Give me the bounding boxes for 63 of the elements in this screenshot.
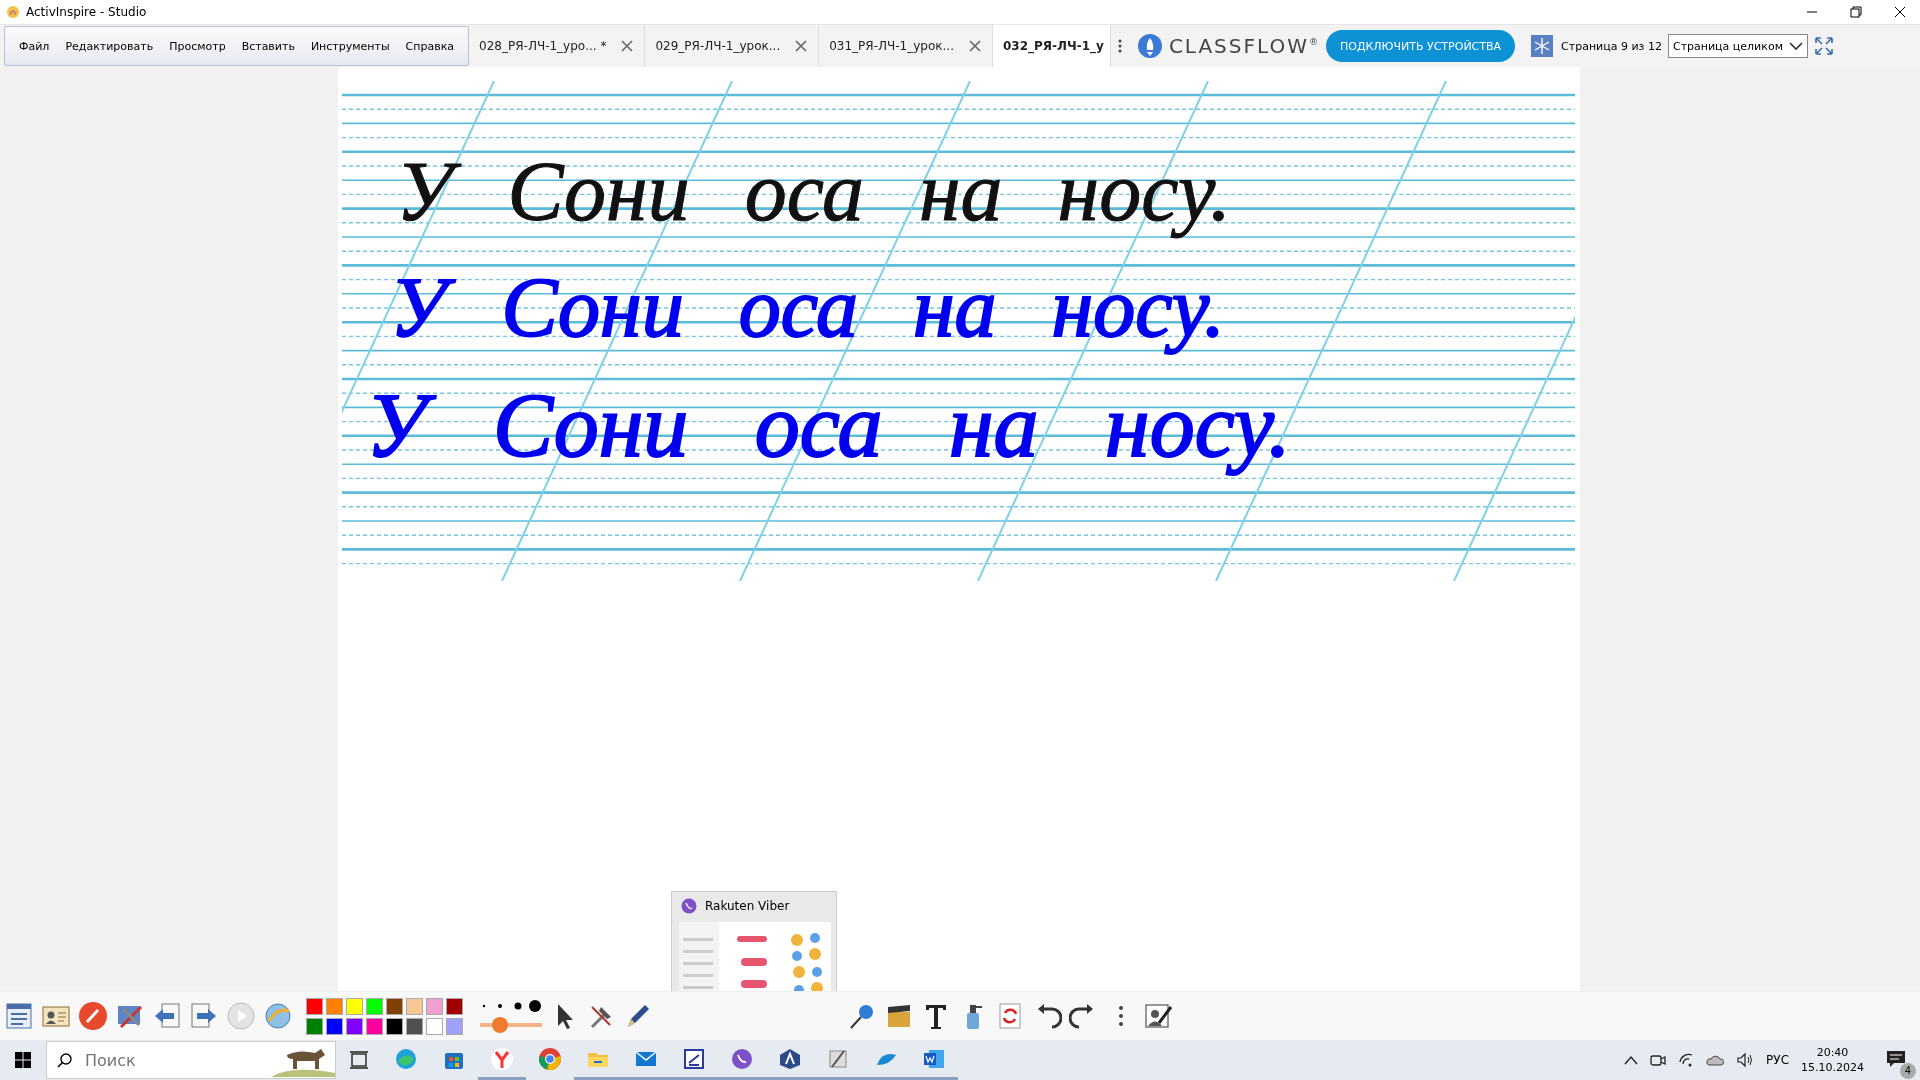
search-icon (57, 1052, 73, 1068)
task-view-icon[interactable] (350, 1051, 368, 1069)
chat-bubble-icon (730, 1046, 754, 1071)
menu-window-icon[interactable] (4, 1001, 34, 1031)
color-swatch[interactable] (306, 1017, 323, 1035)
slider-thumb[interactable] (491, 1017, 508, 1033)
camera-icon[interactable] (1650, 1052, 1667, 1068)
menu-item[interactable]: Справка (397, 39, 463, 53)
globe-icon[interactable] (263, 1001, 293, 1031)
snowflake-icon[interactable] (1531, 35, 1554, 57)
color-swatch[interactable] (386, 997, 403, 1015)
chevron-up-icon[interactable] (1624, 1055, 1639, 1065)
color-swatch[interactable] (366, 1017, 383, 1035)
notification-count-badge: 4 (1900, 1062, 1916, 1079)
color-swatch[interactable] (326, 997, 343, 1015)
notification-icon[interactable] (1886, 1049, 1906, 1068)
app-logo-icon (6, 5, 20, 19)
color-swatch[interactable] (426, 997, 443, 1015)
rocket-icon[interactable] (1136, 33, 1163, 59)
color-swatch[interactable] (346, 997, 363, 1015)
preview-title: Rakuten Viber (705, 899, 790, 913)
color-swatch[interactable] (366, 997, 383, 1015)
pen-size-dots-icon[interactable] (480, 999, 542, 1013)
clock-date[interactable]: 15.10.2024 (1801, 1061, 1864, 1074)
menu-item[interactable]: Редактировать (57, 39, 162, 53)
menu-item[interactable]: Инструменты (302, 39, 398, 53)
browser-icon (394, 1046, 418, 1071)
caret-icon (1788, 41, 1803, 51)
classflow-logo: CLASSFLOW$^{®}$ (1168, 34, 1318, 58)
color-swatch[interactable] (446, 997, 463, 1015)
fullscreen-icon[interactable] (1813, 36, 1834, 56)
windows-start-icon[interactable] (15, 1052, 31, 1068)
menu-item[interactable]: Просмотр (161, 39, 234, 53)
chat-bubble-icon (681, 898, 697, 914)
scanner-icon (682, 1046, 706, 1071)
search-field[interactable]: Поиск (46, 1041, 336, 1079)
color-swatch[interactable] (326, 1017, 343, 1035)
color-swatch[interactable] (406, 997, 423, 1015)
menu-item[interactable]: Файл (11, 39, 58, 53)
document-tab[interactable]: 032_РЯ-ЛЧ-1_у (993, 25, 1111, 67)
menu-item[interactable]: Вставить (233, 39, 303, 53)
browser-icon (490, 1046, 514, 1071)
pen-circle-icon[interactable] (78, 1001, 108, 1031)
clock-time[interactable]: 20:40 (1816, 1046, 1849, 1059)
wifi-icon[interactable] (1678, 1052, 1695, 1068)
window-title: ActivInspire - Studio (26, 5, 147, 19)
more-icon[interactable] (1116, 38, 1123, 54)
browser-icon (538, 1046, 562, 1071)
zoom-dropdown[interactable]: Страница целиком (1667, 34, 1808, 58)
color-swatch[interactable] (386, 1017, 403, 1035)
color-swatch[interactable] (406, 1017, 423, 1035)
restore-icon[interactable] (1850, 6, 1862, 18)
language-indicator[interactable]: РУС (1766, 1053, 1789, 1067)
color-swatch[interactable] (446, 1017, 463, 1035)
user-pen-icon[interactable] (1143, 1001, 1173, 1031)
search-input[interactable]: Поиск (83, 1049, 237, 1071)
close-icon[interactable] (1894, 6, 1906, 18)
color-swatch[interactable] (346, 1017, 363, 1035)
page-indicator: Страница 9 из 12 (1561, 39, 1662, 53)
hexagon-icon (778, 1046, 802, 1071)
speaker-icon[interactable] (1736, 1052, 1755, 1068)
color-swatch[interactable] (306, 997, 323, 1015)
color-swatch[interactable] (426, 1017, 443, 1035)
